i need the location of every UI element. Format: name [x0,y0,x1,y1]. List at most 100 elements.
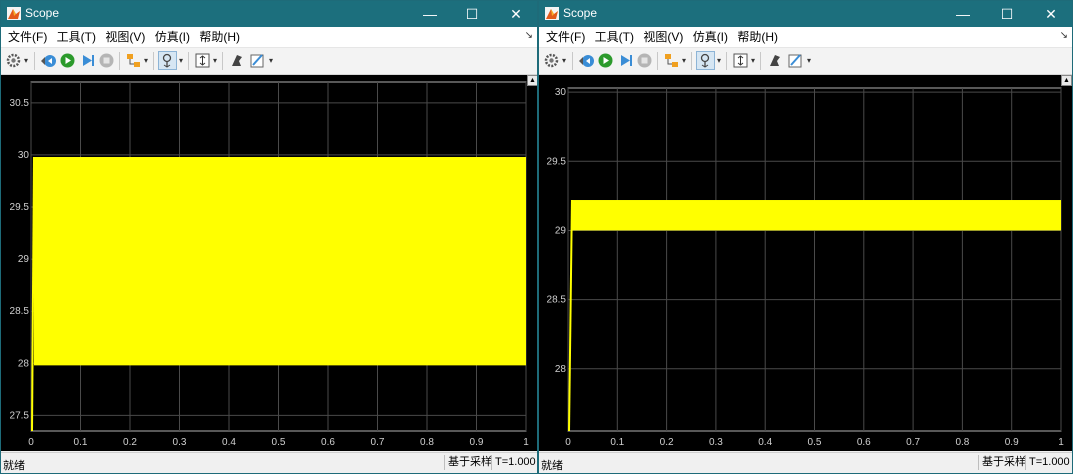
x-tick-label: 0.6 [857,437,871,448]
toolbar-separator [657,52,658,70]
stop-icon[interactable] [636,52,653,69]
measurements-icon[interactable] [249,52,266,69]
step-forward-icon[interactable] [79,52,96,69]
menu-help[interactable]: 帮助(H) [199,27,240,47]
close-button[interactable]: ✕ [494,1,537,27]
step-forward-icon[interactable] [617,52,634,69]
menu-view[interactable]: 视图(V) [105,27,145,47]
menu-bar: 文件(F) 工具(T) 视图(V) 仿真(I) 帮助(H) ↘ [1,27,537,48]
menu-tools[interactable]: 工具(T) [57,27,96,47]
step-back-icon[interactable] [40,52,57,69]
zoom-icon[interactable] [696,51,715,70]
toolbar-pin-icon[interactable]: ↘ [1060,30,1068,41]
menu-view[interactable]: 视图(V) [643,27,683,47]
chevron-down-icon[interactable]: ▾ [562,56,566,65]
y-tick-label: 29 [555,225,567,236]
maximize-button[interactable]: ☐ [985,1,1029,27]
scope-plot[interactable]: 0 0.1 0.2 0.3 0.4 0.5 0.6 0.7 0.8 0.9 1 28 28.5 29 29.… [539,75,1072,451]
x-tick-label: 0.6 [321,437,335,448]
menu-simulation[interactable]: 仿真(I) [693,27,728,47]
y-tick-label: 30.5 [10,98,30,109]
highlight-model-icon[interactable] [663,52,680,69]
x-tick-label: 0 [28,437,34,448]
x-tick-label: 0.3 [709,437,723,448]
toolbar-separator [572,52,573,70]
chevron-down-icon[interactable]: ▾ [213,56,217,65]
x-tick-label: 0.1 [74,437,88,448]
expand-icon[interactable]: ▲ [1061,75,1072,86]
y-tick-label: 30 [18,150,30,161]
x-tick-label: 0.9 [470,437,484,448]
y-tick-label: 28.5 [10,306,30,317]
fit-axes-icon[interactable] [194,52,211,69]
step-back-icon[interactable] [578,52,595,69]
x-tick-label: 1 [1058,437,1064,448]
menu-help[interactable]: 帮助(H) [737,27,778,47]
style-icon[interactable] [767,52,784,69]
style-icon[interactable] [229,52,246,69]
sample-mode-label: 基于采样 [978,455,1026,470]
measurements-icon[interactable] [787,52,804,69]
chevron-down-icon[interactable]: ▾ [144,56,148,65]
close-button[interactable]: ✕ [1029,1,1072,27]
toolbar-separator [726,52,727,70]
x-tick-label: 0 [565,437,571,448]
stop-icon[interactable] [98,52,115,69]
x-tick-label: 0.2 [123,437,137,448]
minimize-button[interactable]: — [941,1,985,27]
x-tick-label: 0.7 [371,437,385,448]
chevron-down-icon[interactable]: ▾ [24,56,28,65]
chevron-down-icon[interactable]: ▾ [179,56,183,65]
menu-tools[interactable]: 工具(T) [595,27,634,47]
settings-icon[interactable] [5,52,22,69]
menu-file[interactable]: 文件(F) [546,27,585,47]
x-tick-label: 0.4 [222,437,236,448]
chevron-down-icon[interactable]: ▾ [751,56,755,65]
signal-band [33,157,526,366]
x-tick-label: 0.8 [955,437,969,448]
x-tick-label: 0.4 [758,437,772,448]
menu-file[interactable]: 文件(F) [8,27,47,47]
status-bar: 就绪 基于采样 T=1.000 [1,452,537,473]
chevron-down-icon[interactable]: ▾ [807,56,811,65]
minimize-button[interactable]: — [408,1,452,27]
scope-plot[interactable]: 0 0.1 0.2 0.3 0.4 0.5 0.6 0.7 0.8 0.9 1 27.5 28 28.5 2… [1,75,537,451]
settings-icon[interactable] [543,52,560,69]
y-tick-label: 28.5 [547,295,567,306]
status-text: 就绪 [541,460,563,472]
y-tick-label: 28 [18,358,30,369]
status-bar: 就绪 基于采样 T=1.000 [539,452,1072,473]
menu-bar: 文件(F) 工具(T) 视图(V) 仿真(I) 帮助(H) ↘ [539,27,1072,48]
scope-window-left: Scope — ☐ ✕ 文件(F) 工具(T) 视图(V) 仿真(I) 帮助(H… [0,0,538,474]
x-tick-label: 0.2 [660,437,674,448]
toolbar-separator [153,52,154,70]
fit-axes-icon[interactable] [732,52,749,69]
chevron-down-icon[interactable]: ▾ [682,56,686,65]
x-tick-label: 0.8 [420,437,434,448]
toolbar: ▾ ▾ ▾ ▾ ▾ [1,48,537,75]
x-tick-label: 0.3 [173,437,187,448]
toolbar-pin-icon[interactable]: ↘ [525,30,533,41]
chevron-down-icon[interactable]: ▾ [717,56,721,65]
highlight-model-icon[interactable] [125,52,142,69]
zoom-icon[interactable] [158,51,177,70]
chevron-down-icon[interactable]: ▾ [269,56,273,65]
status-text: 就绪 [3,460,25,472]
scope-display[interactable]: 0 0.1 0.2 0.3 0.4 0.5 0.6 0.7 0.8 0.9 1 27.5 28 28.5 2… [1,75,537,451]
menu-simulation[interactable]: 仿真(I) [155,27,190,47]
title-bar[interactable]: Scope — ☐ ✕ [539,1,1072,27]
x-tick-label: 0.7 [906,437,920,448]
x-tick-label: 0.5 [272,437,286,448]
maximize-button[interactable]: ☐ [450,1,494,27]
y-tick-label: 30 [555,87,567,98]
window-title: Scope [25,6,60,20]
title-bar[interactable]: Scope — ☐ ✕ [1,1,537,27]
run-icon[interactable] [59,52,76,69]
sample-mode-label: 基于采样 [444,455,492,470]
sim-time-label: T=1.000 [1025,455,1071,470]
toolbar-separator [34,52,35,70]
y-tick-label: 29.5 [547,156,567,167]
scope-display[interactable]: 0 0.1 0.2 0.3 0.4 0.5 0.6 0.7 0.8 0.9 1 28 28.5 29 29.… [539,75,1072,451]
expand-icon[interactable]: ▲ [527,75,537,86]
run-icon[interactable] [597,52,614,69]
